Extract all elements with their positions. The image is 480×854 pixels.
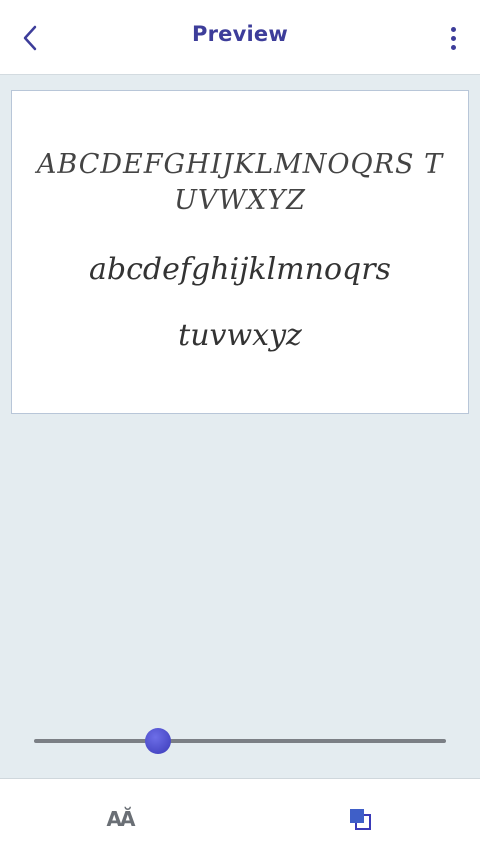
top-app-bar: Preview <box>0 0 480 75</box>
lowercase-sample-line-2: tuvwxyz <box>178 318 302 353</box>
font-preview-card: ABCDEFGHIJKLMNOQRS TUVWXYZ abcdefghijklm… <box>11 90 469 414</box>
uppercase-sample: ABCDEFGHIJKLMNOQRS TUVWXYZ <box>36 149 444 216</box>
font-style-icon: AĂ <box>106 807 136 831</box>
lowercase-sample-line-1: abcdefghijklmnoqrs <box>89 252 391 287</box>
font-style-button[interactable]: AĂ <box>100 799 140 839</box>
layers-button[interactable] <box>340 799 380 839</box>
font-size-slider[interactable] <box>34 728 446 754</box>
bottom-toolbar: AĂ <box>0 778 480 854</box>
page-title: Preview <box>192 22 288 46</box>
layers-copy-icon <box>350 809 371 830</box>
more-vertical-icon <box>450 26 456 32</box>
app-screen: Preview ABCDEFGHIJKLMNOQRS TUVWXYZ abcde… <box>0 0 480 854</box>
slider-track[interactable] <box>34 739 446 743</box>
more-options-button[interactable] <box>446 20 460 56</box>
slider-thumb[interactable] <box>144 728 171 754</box>
